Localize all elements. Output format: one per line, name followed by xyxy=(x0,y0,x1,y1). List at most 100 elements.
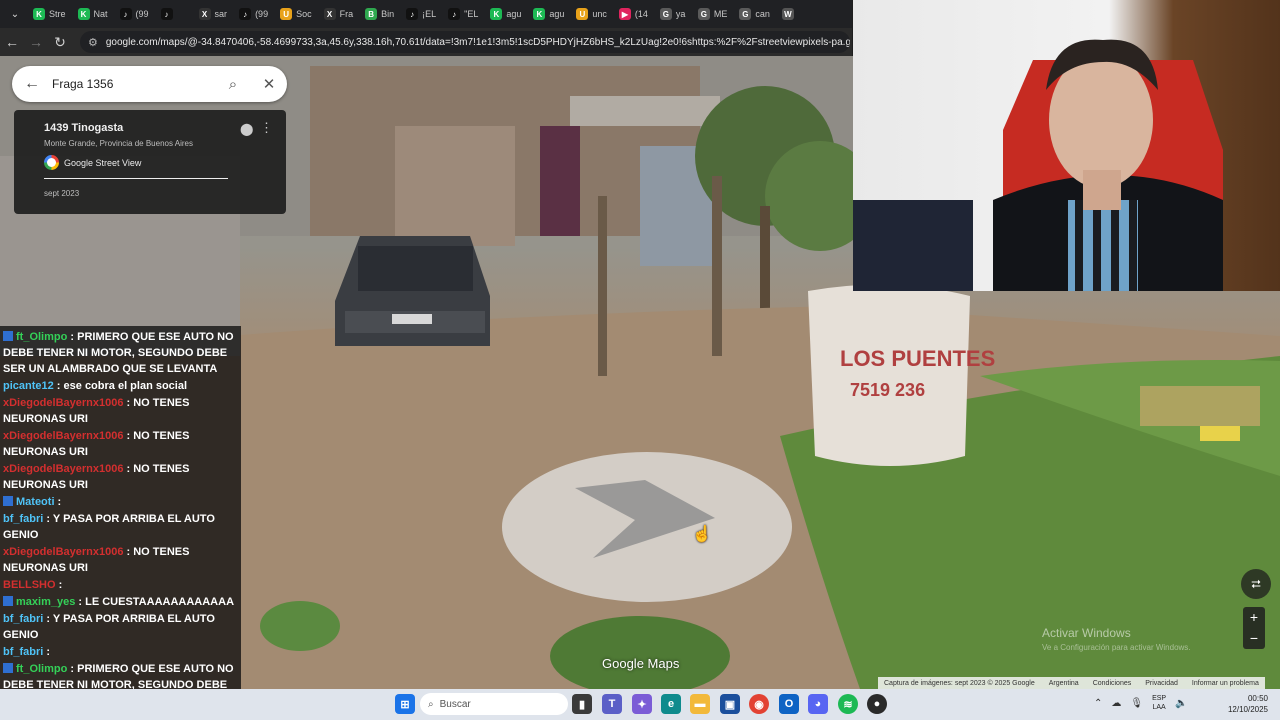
browser-tab[interactable]: ♪ xyxy=(156,2,192,26)
taskbar-search[interactable]: ⌕ Buscar xyxy=(420,693,568,715)
taskbar-clock[interactable]: 00:50 12/10/2025 xyxy=(1222,693,1268,715)
browser-tab[interactable]: X Fra xyxy=(319,2,359,26)
tab-title: unc xyxy=(592,9,607,19)
zoom-in-icon[interactable]: + xyxy=(1243,607,1265,628)
chat-message: bf_fabri : xyxy=(3,644,239,660)
clock-date: 12/10/2025 xyxy=(1227,705,1268,714)
browser-tab[interactable]: ♪ (99 xyxy=(234,2,273,26)
tab-favicon-icon: U xyxy=(280,8,293,20)
back-arrow-icon[interactable]: ← xyxy=(12,75,52,93)
speaker-icon[interactable]: 🔈 xyxy=(1175,698,1187,709)
browser-tab[interactable]: K Stre xyxy=(28,2,71,26)
capture-info: Captura de imágenes: sept 2023 © 2025 Go… xyxy=(884,679,1035,687)
browser-tab[interactable]: U Soc xyxy=(275,2,317,26)
terms-link[interactable]: Condiciones xyxy=(1093,680,1132,687)
windows-start-icon[interactable]: ⊞ xyxy=(395,694,415,714)
edge-icon[interactable]: e xyxy=(661,694,681,714)
browser-tab[interactable]: B Bin xyxy=(360,2,399,26)
chrome-icon[interactable]: ◉ xyxy=(749,694,769,714)
chat-message: xDiegodelBayernx1006 : NO TENES NEURONAS… xyxy=(3,395,239,427)
street-view-info-card: 1439 Tinogasta Monte Grande, Provincia d… xyxy=(14,110,286,214)
microphone-icon[interactable]: 🎙 xyxy=(1130,698,1143,709)
location-pin-icon[interactable]: ⬤ xyxy=(240,122,253,136)
back-arrow-icon[interactable]: ← xyxy=(0,34,24,50)
tab-favicon-icon: B xyxy=(365,8,378,20)
copilot-icon[interactable]: ✦ xyxy=(632,694,652,714)
browser-tab[interactable]: Gya xyxy=(655,2,691,26)
tab-title: Bin xyxy=(381,9,395,19)
browser-tab[interactable]: Kagu xyxy=(528,2,569,26)
capture-date[interactable]: sept 2023 xyxy=(44,189,286,198)
imagery-source-label: Google Street View xyxy=(64,157,142,168)
browser-tab[interactable]: Xsar xyxy=(194,2,233,26)
privacy-link[interactable]: Privacidad xyxy=(1145,680,1178,687)
teams-icon[interactable]: T xyxy=(602,694,622,714)
maps-footer: Captura de imágenes: sept 2023 © 2025 Go… xyxy=(878,677,1265,689)
chat-badge-icon xyxy=(3,596,13,606)
chat-message: picante12 : ese cobra el plan social xyxy=(3,378,239,394)
chevron-up-icon[interactable]: ⌃ xyxy=(1094,698,1102,709)
imagery-source: Google Street View xyxy=(44,155,286,170)
tab-favicon-icon: K xyxy=(533,8,546,20)
browser-tab[interactable]: ♪ ¡EL xyxy=(401,2,441,26)
tab-title: Nat xyxy=(93,9,108,19)
more-options-icon[interactable]: ⋮ xyxy=(260,120,273,136)
browser-tab[interactable]: ♪ "EL xyxy=(443,2,483,26)
cloud-icon[interactable]: ☁ xyxy=(1111,698,1121,709)
tab-favicon-icon: ♪ xyxy=(160,8,173,20)
chat-text: LE CUESTAAAAAAAAAAAA xyxy=(85,596,235,608)
obs-icon[interactable]: ● xyxy=(867,694,887,714)
task-view-icon[interactable]: ▮ xyxy=(572,694,592,714)
zoom-out-icon[interactable]: − xyxy=(1243,628,1265,649)
tab-favicon-icon: G xyxy=(739,8,752,20)
discord-icon[interactable]: ◕ xyxy=(808,694,828,714)
country-link[interactable]: Argentina xyxy=(1049,680,1079,687)
browser-tab[interactable]: Uunc xyxy=(571,2,612,26)
chat-username: bf_fabri xyxy=(3,613,44,625)
tab-favicon-icon: X xyxy=(198,8,211,20)
tab-title: ¡EL xyxy=(422,9,437,19)
maps-search-box[interactable]: ← Fraga 1356 ⌕ ✕ xyxy=(12,66,287,102)
tab-favicon-icon: K xyxy=(490,8,503,20)
close-icon[interactable]: ✕ xyxy=(251,75,287,93)
browser-tab[interactable]: ♪ (99 xyxy=(115,2,154,26)
site-info-icon[interactable]: ⚙ xyxy=(88,36,98,49)
outlook-icon[interactable]: O xyxy=(779,694,799,714)
tab-title: agu xyxy=(506,9,522,19)
browser-tab-strip: ⌄ K Stre K Nat ♪ (99 ♪ Xsar ♪ (99 U Soc X Fra B Bin ♪ ¡EL… xyxy=(0,0,852,28)
reload-icon[interactable]: ↻ xyxy=(48,34,72,51)
browser-tab[interactable]: Gcan xyxy=(734,2,775,26)
browser-tab[interactable]: G ME xyxy=(693,2,733,26)
search-icon[interactable]: ⌕ xyxy=(215,76,251,93)
browser-tab[interactable]: K Nat xyxy=(73,2,113,26)
chat-username: maxim_yes xyxy=(16,596,76,608)
tab-favicon-icon: W xyxy=(781,8,794,20)
webcam-overlay xyxy=(853,0,1280,291)
chat-separator: : xyxy=(43,513,53,525)
forward-arrow-icon[interactable]: → xyxy=(24,34,48,50)
tab-title: ya xyxy=(675,9,686,19)
tab-title: sar xyxy=(214,9,228,19)
chat-badge-icon xyxy=(3,663,13,673)
report-problem-link[interactable]: Informar un problema xyxy=(1192,680,1259,687)
browser-tab[interactable]: ▶ (14 xyxy=(614,2,653,26)
tab-search-menu-icon[interactable]: ⌄ xyxy=(4,9,26,20)
tab-title: (14 xyxy=(634,9,648,19)
activate-windows-subtitle: Ve a Configuración para activar Windows. xyxy=(1042,643,1191,652)
divider xyxy=(44,178,228,179)
file-explorer-icon[interactable]: ▬ xyxy=(690,694,710,714)
store-icon[interactable]: ▣ xyxy=(720,694,740,714)
spotify-icon[interactable]: ≋ xyxy=(838,694,858,714)
input-language[interactable]: ESP LAA xyxy=(1152,694,1166,712)
browser-tab[interactable]: W xyxy=(777,2,813,26)
chat-username: xDiegodelBayernx1006 xyxy=(3,546,124,558)
chat-separator: : xyxy=(123,430,134,442)
compass-icon[interactable]: ⮂ xyxy=(1241,569,1271,599)
browser-tab[interactable]: Kagu xyxy=(485,2,526,26)
move-forward-arrow-icon[interactable] xyxy=(575,480,715,560)
search-query-text[interactable]: Fraga 1356 xyxy=(52,77,215,91)
tab-favicon-icon: ♪ xyxy=(239,8,252,20)
address-bar[interactable]: ⚙ google.com/maps/@-34.8470406,-58.46997… xyxy=(80,31,850,53)
chat-message: BELLSHO : xyxy=(3,577,239,593)
chat-username: xDiegodelBayernx1006 xyxy=(3,463,124,475)
